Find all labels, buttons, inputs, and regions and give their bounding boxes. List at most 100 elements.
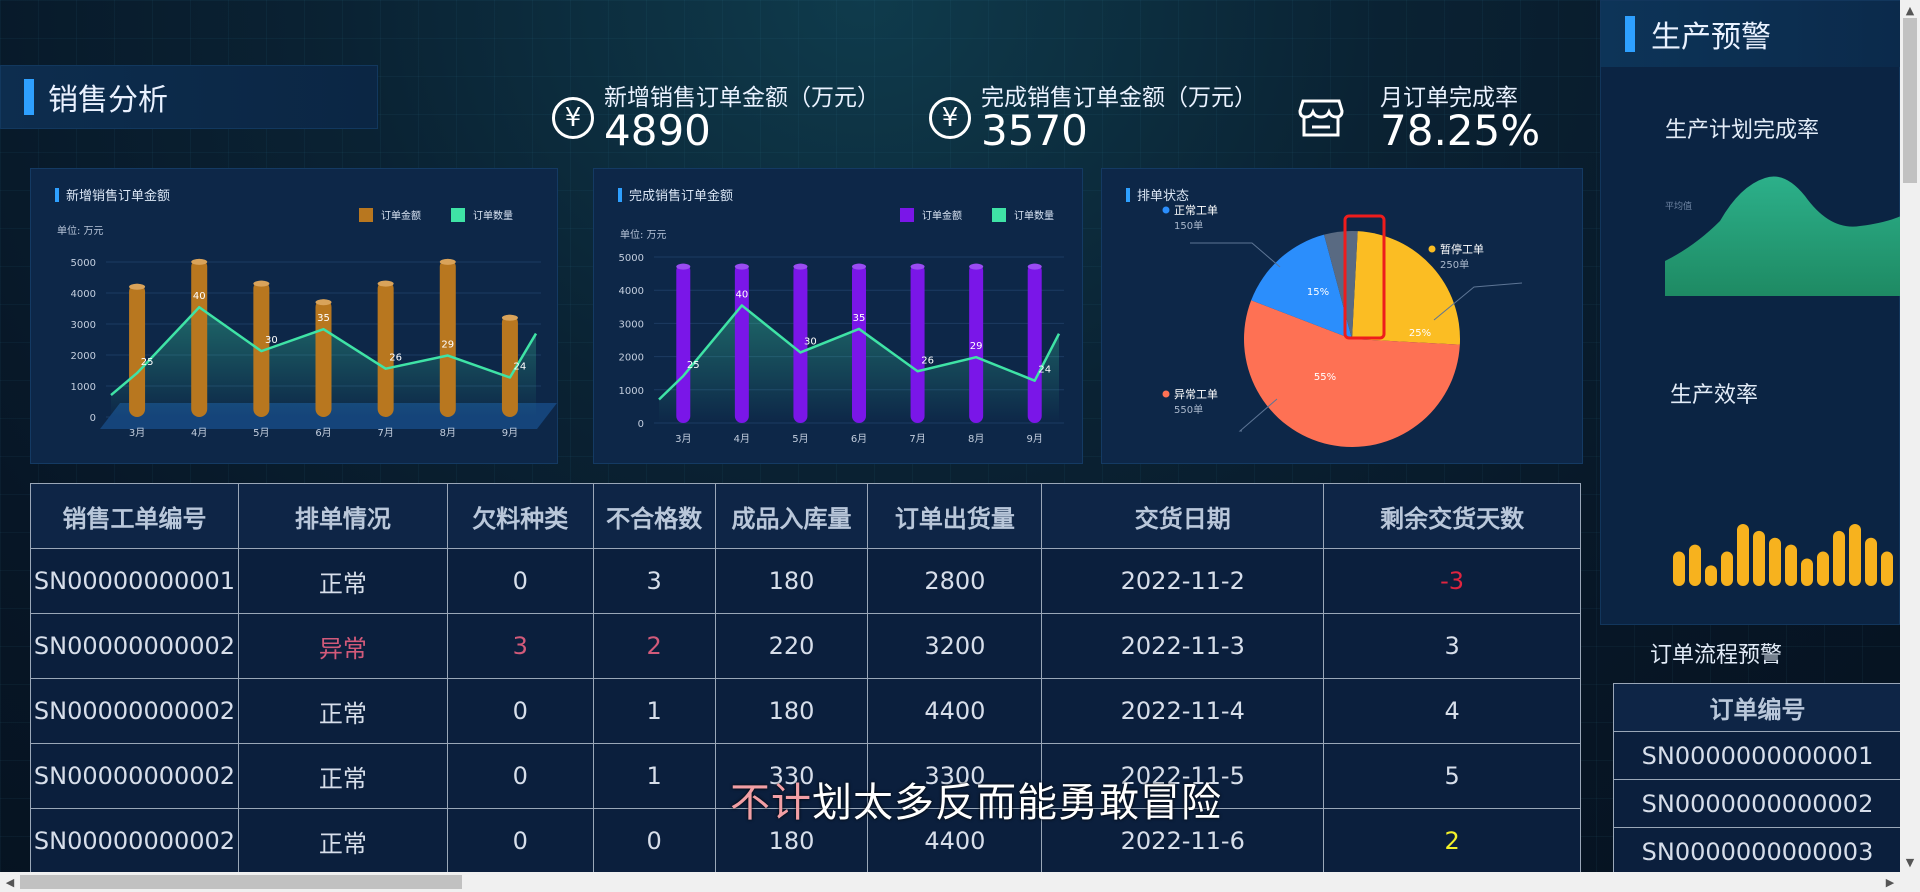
order-number-cell: SN0000000000002 bbox=[1613, 779, 1902, 828]
legend-label: 订单数量 bbox=[473, 209, 513, 222]
order-flow-table: 订单编号 SN0000000000001 SN0000000000002 SN0… bbox=[1613, 683, 1902, 876]
table-cell: 180 bbox=[714, 678, 869, 744]
scroll-left-icon[interactable]: ◀ bbox=[0, 872, 20, 892]
data-label: 26 bbox=[921, 355, 934, 366]
table-cell: 正常 bbox=[237, 548, 448, 614]
x-tick-label: 3月 bbox=[129, 427, 145, 439]
legend-swatch bbox=[992, 208, 1006, 222]
order-number-cell: SN0000000000003 bbox=[1613, 827, 1902, 876]
table-cell: 3 bbox=[446, 613, 594, 679]
data-label: 29 bbox=[970, 341, 983, 352]
bar-cap bbox=[793, 263, 808, 270]
legend-label: 订单金额 bbox=[381, 209, 421, 222]
section-header: 销售分析 bbox=[0, 65, 378, 129]
table-cell: SN00000000002 bbox=[30, 678, 239, 744]
yen-icon: ¥ bbox=[552, 97, 594, 139]
efficiency-bar bbox=[1849, 524, 1861, 586]
y-tick-label: 3000 bbox=[619, 319, 644, 330]
table-cell: 3 bbox=[1323, 613, 1581, 679]
x-tick-label: 5月 bbox=[253, 427, 269, 439]
unit-label: 单位: 万元 bbox=[57, 224, 104, 237]
table-cell: 2022-11-4 bbox=[1041, 678, 1325, 744]
horizontal-scroll-thumb[interactable] bbox=[20, 875, 462, 889]
efficiency-bar bbox=[1673, 551, 1685, 586]
table-cell: 2 bbox=[1323, 808, 1581, 874]
section-title: 销售分析 bbox=[48, 83, 168, 118]
table-cell: 3 bbox=[592, 548, 716, 614]
table-cell: 4400 bbox=[867, 678, 1043, 744]
scroll-down-icon[interactable]: ▼ bbox=[1900, 852, 1920, 872]
pie-category-label: 暂停工单 bbox=[1440, 242, 1484, 256]
bar-cap bbox=[253, 280, 270, 287]
subtitle-text: 划太多反而能勇敢冒险 bbox=[812, 780, 1222, 826]
data-label: 40 bbox=[193, 291, 206, 302]
legend-dot bbox=[1162, 390, 1170, 398]
bar-cap bbox=[910, 263, 925, 270]
col-header: 剩余交货天数 bbox=[1323, 483, 1581, 549]
pie-leader-line bbox=[1190, 242, 1281, 268]
x-tick-label: 5月 bbox=[792, 433, 808, 445]
table-cell: 异常 bbox=[237, 613, 448, 679]
bar bbox=[910, 263, 925, 423]
col-header: 交货日期 bbox=[1041, 483, 1325, 549]
efficiency-bar bbox=[1817, 551, 1829, 586]
efficiency-bar bbox=[1721, 551, 1733, 586]
stat-new-sales: ¥ 新增销售订单金额（万元） 4890 bbox=[552, 85, 880, 152]
efficiency-bar bbox=[1689, 544, 1701, 586]
table-row: SN0000000000002 bbox=[1613, 779, 1902, 828]
scroll-up-icon[interactable]: ▲ bbox=[1900, 0, 1920, 20]
table-row: SN0000000000001 bbox=[1613, 731, 1902, 780]
data-label: 35 bbox=[853, 313, 866, 324]
stat-value: 3570 bbox=[981, 106, 1088, 155]
pie-count-label: 150单 bbox=[1174, 220, 1203, 232]
legend-swatch bbox=[900, 208, 914, 222]
efficiency-bar bbox=[1705, 565, 1717, 586]
table-cell: 2 bbox=[592, 613, 716, 679]
video-subtitle: 不计划太多反而能勇敢冒险 bbox=[730, 770, 1222, 828]
col-header: 不合格数 bbox=[592, 483, 716, 549]
vertical-scroll-thumb[interactable] bbox=[1903, 18, 1917, 183]
production-warning-title: 生产预警 bbox=[1651, 20, 1771, 55]
x-tick-label: 4月 bbox=[191, 427, 207, 439]
table-row: SN00000000002 异常 3 2 220 3200 2022-11-3 3 bbox=[30, 613, 1581, 679]
table-cell: 正常 bbox=[237, 678, 448, 744]
bar-cap bbox=[676, 263, 691, 270]
data-label: 35 bbox=[317, 313, 330, 324]
bar bbox=[676, 263, 691, 423]
order-flow-title: 订单流程预警 bbox=[1650, 643, 1783, 668]
efficiency-bar bbox=[1753, 530, 1765, 586]
table-cell: 0 bbox=[446, 743, 594, 809]
bar bbox=[734, 263, 749, 423]
table-cell: SN00000000002 bbox=[30, 613, 239, 679]
pie-count-label: 550单 bbox=[1174, 404, 1203, 416]
pie-count-label: 250单 bbox=[1440, 259, 1469, 271]
y-tick-label: 0 bbox=[638, 419, 644, 430]
bar-cap bbox=[377, 280, 394, 287]
store-icon bbox=[1298, 97, 1344, 143]
bar bbox=[1027, 263, 1042, 423]
schedule-status-panel: 排单状态 25% 55% 15% 暂停工单 250单 异常工单 550单 正常工单 150单 bbox=[1101, 168, 1583, 464]
data-label: 26 bbox=[389, 353, 402, 364]
pie-category-label: 正常工单 bbox=[1174, 204, 1218, 217]
col-header: 销售工单编号 bbox=[30, 483, 239, 549]
y-tick-label: 1000 bbox=[71, 382, 96, 393]
x-tick-label: 3月 bbox=[675, 433, 691, 445]
pie-slice-label: 55% bbox=[1314, 372, 1336, 383]
vertical-scrollbar[interactable]: ▲ ▼ bbox=[1900, 0, 1920, 872]
data-label: 24 bbox=[514, 361, 527, 372]
horizontal-scrollbar[interactable]: ◀ ▶ bbox=[0, 872, 1920, 892]
col-header: 订单编号 bbox=[1613, 683, 1902, 732]
table-row: SN00000000001 正常 0 3 180 2800 2022-11-2 -3 bbox=[30, 548, 1581, 614]
legend-swatch bbox=[359, 208, 373, 222]
scroll-right-icon[interactable]: ▶ bbox=[1880, 872, 1900, 892]
bar-cap bbox=[501, 314, 518, 321]
table-cell: -3 bbox=[1323, 548, 1581, 614]
table-cell: SN00000000002 bbox=[30, 808, 239, 874]
x-tick-label: 7月 bbox=[909, 433, 925, 445]
bar-cap bbox=[734, 263, 749, 270]
table-cell: 3200 bbox=[867, 613, 1043, 679]
new-sales-chart-panel: 新增销售订单金额 单位: 万元 0 1000 2000 3000 4000 5000 3月 4月… bbox=[30, 168, 558, 464]
unit-label: 单位: 万元 bbox=[620, 228, 667, 241]
table-cell: 正常 bbox=[237, 743, 448, 809]
data-label: 40 bbox=[735, 289, 748, 300]
